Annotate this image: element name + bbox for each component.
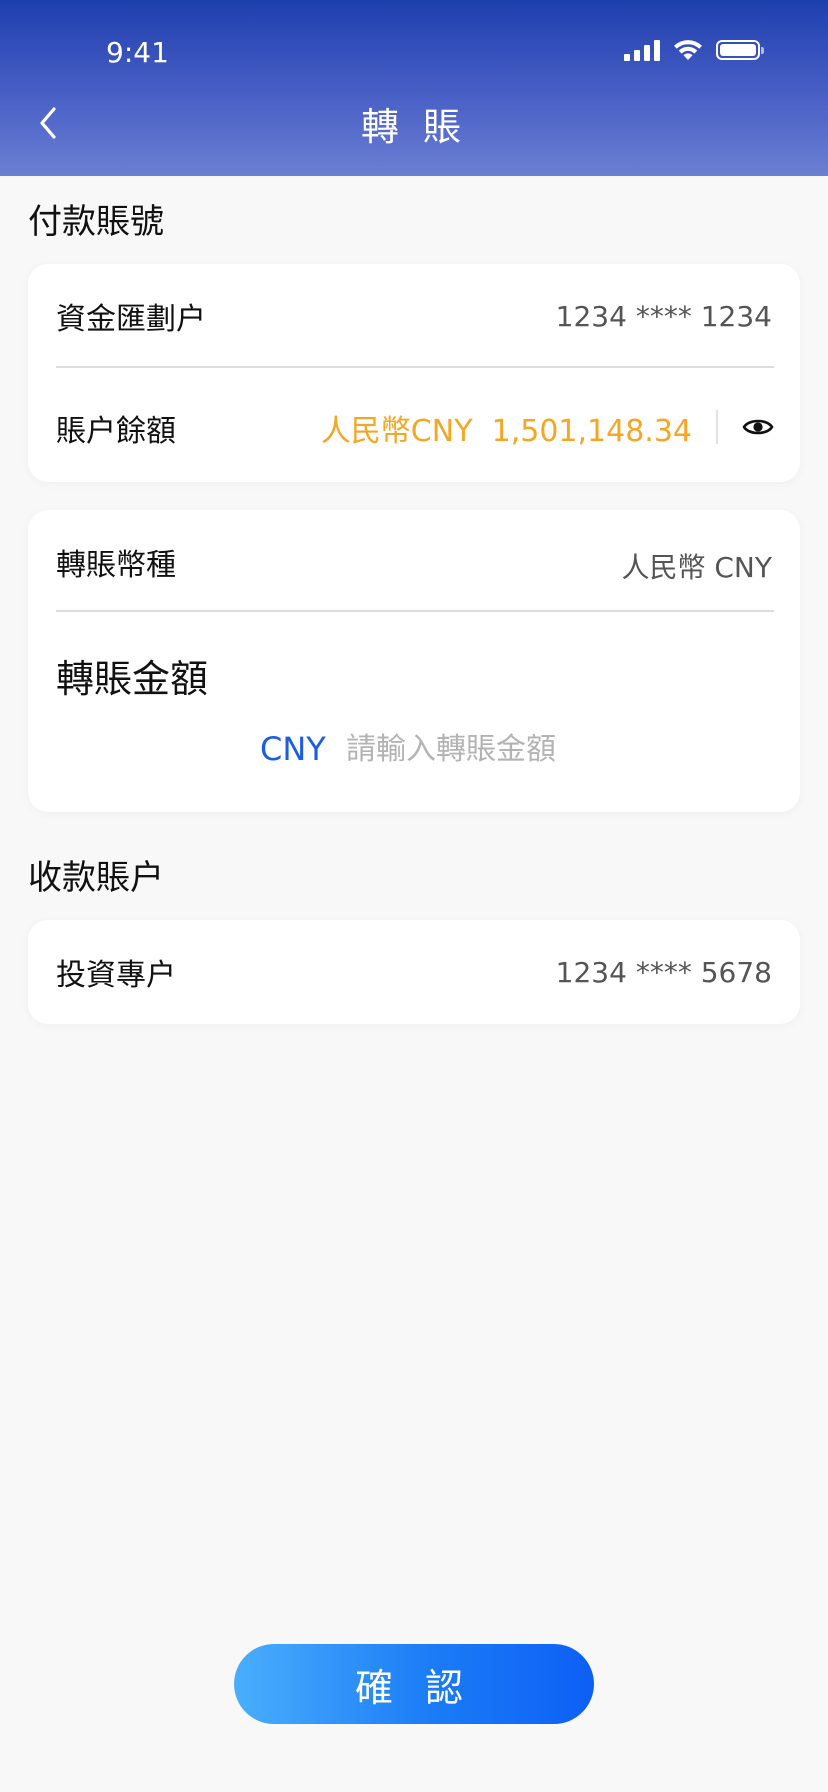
receiving-section-title: 收款賬户 bbox=[28, 858, 164, 898]
balance-value: 人民幣CNY 1,501,148.34 bbox=[321, 406, 692, 450]
transfer-details-card: 轉賬幣種 人民幣 CNY 轉賬金額 CNY bbox=[28, 510, 800, 812]
transfer-currency-label: 轉賬幣種 bbox=[56, 548, 176, 583]
payment-account-card: 資金匯劃户 1234 **** 1234 賬户餘額 人民幣CNY 1,501,1… bbox=[28, 264, 800, 482]
receiving-account-label: 投資專户 bbox=[56, 958, 176, 993]
balance-amount: 1,501,148.34 bbox=[491, 414, 692, 449]
payment-account-label: 資金匯劃户 bbox=[56, 302, 206, 337]
divider bbox=[56, 366, 774, 368]
payment-account-number: 1234 **** 1234 bbox=[555, 300, 772, 333]
separator bbox=[716, 410, 718, 444]
battery-icon bbox=[716, 40, 764, 60]
balance-label: 賬户餘額 bbox=[56, 414, 176, 449]
header-bar: 9:41 轉 賬 bbox=[0, 0, 828, 176]
receiving-account-number: 1234 **** 5678 bbox=[555, 956, 772, 989]
payment-section-title: 付款賬號 bbox=[28, 202, 164, 242]
transfer-currency-value[interactable]: 人民幣 CNY bbox=[621, 546, 772, 586]
balance-currency: 人民幣CNY bbox=[320, 414, 473, 449]
transfer-amount-title: 轉賬金額 bbox=[56, 657, 209, 701]
confirm-button[interactable]: 確 認 bbox=[234, 1644, 594, 1724]
amount-input[interactable] bbox=[346, 724, 646, 774]
status-time: 9:41 bbox=[106, 36, 169, 69]
divider bbox=[56, 610, 774, 612]
receiving-account-card[interactable]: 投資專户 1234 **** 5678 bbox=[28, 920, 800, 1024]
amount-currency: CNY bbox=[260, 730, 326, 768]
page-title: 轉 賬 bbox=[360, 105, 468, 149]
status-icons bbox=[624, 38, 764, 62]
wifi-icon bbox=[674, 40, 702, 60]
signal-icon bbox=[624, 39, 660, 61]
eye-icon[interactable] bbox=[742, 416, 774, 438]
